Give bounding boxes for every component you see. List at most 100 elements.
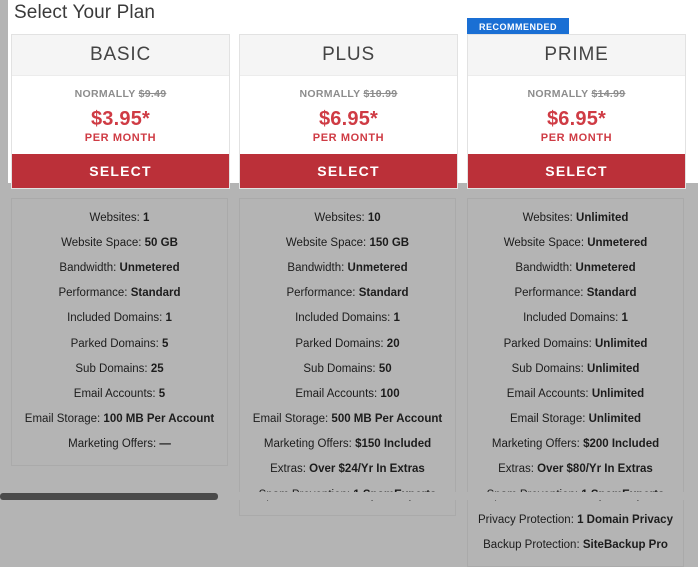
feature-row: Bandwidth: Unmetered <box>240 255 455 280</box>
feature-label: Sub Domains: <box>511 362 588 375</box>
feature-list-prime: Websites: Unlimited Website Space: Unmete… <box>467 198 684 567</box>
feature-row: Email Storage: 500 MB Per Account <box>240 407 455 432</box>
feature-label: Email Storage: <box>24 413 104 426</box>
feature-row: Performance: Standard <box>468 281 683 306</box>
feature-label: Marketing Offers: <box>68 438 160 451</box>
plan-name-prime: PRIME <box>468 35 685 76</box>
normally-price-plus: NORMALLY $10.99 <box>240 88 457 100</box>
feature-value: 100 MB Per Account <box>103 413 215 426</box>
normally-amount: $14.99 <box>591 88 626 100</box>
feature-row: Parked Domains: 20 <box>240 331 455 356</box>
feature-value: Unlimited <box>576 211 629 224</box>
feature-row: Sub Domains: 50 <box>240 356 455 381</box>
select-button-prime[interactable]: SELECT <box>468 154 685 188</box>
feature-row: Email Accounts: 5 <box>12 381 227 406</box>
feature-value: 1 <box>621 312 628 325</box>
horizontal-scrollbar-thumb[interactable] <box>0 493 218 500</box>
feature-label: Marketing Offers: <box>491 438 584 451</box>
plan-period-plus: PER MONTH <box>312 132 385 144</box>
feature-row: Websites: 1 <box>12 205 227 230</box>
feature-row: Sub Domains: 25 <box>12 356 227 381</box>
feature-value: Standard <box>130 287 181 300</box>
feature-label: Website Space: <box>503 236 588 249</box>
feature-row: Website Space: 150 GB <box>240 230 455 255</box>
horizontal-scrollbar-track[interactable] <box>0 492 698 500</box>
feature-value: 50 GB <box>144 236 178 249</box>
feature-label: Bandwidth: <box>515 261 576 274</box>
plan-card-body: PLUS NORMALLY $10.99 $6.95* PER MONTH SE… <box>239 34 458 189</box>
feature-row: Email Storage: Unlimited <box>468 407 683 432</box>
feature-label: Performance: <box>286 287 359 300</box>
feature-value: 50 <box>378 362 392 375</box>
feature-label: Performance: <box>514 287 587 300</box>
plan-card-basic: BASIC NORMALLY $9.49 $3.95* PER MONTH SE… <box>11 34 230 466</box>
normally-price-basic: NORMALLY $9.49 <box>12 88 229 100</box>
feature-label: Backup Protection: <box>483 539 583 552</box>
feature-value: 1 <box>165 312 172 325</box>
plan-pricing-prime: NORMALLY $14.99 $6.95* PER MONTH <box>468 76 685 154</box>
feature-label: Website Space: <box>61 236 145 249</box>
feature-row: Bandwidth: Unmetered <box>12 255 227 280</box>
feature-value: Unlimited <box>587 362 640 375</box>
feature-row: Websites: Unlimited <box>468 205 683 230</box>
feature-row: Included Domains: 1 <box>12 306 227 331</box>
feature-row: Email Storage: 100 MB Per Account <box>12 407 227 432</box>
feature-label: Included Domains: <box>295 312 394 325</box>
feature-value: 1 <box>393 312 400 325</box>
feature-label: Marketing Offers: <box>263 438 356 451</box>
feature-row: Marketing Offers: $150 Included <box>240 432 455 457</box>
feature-label: Included Domains: <box>523 312 622 325</box>
feature-value: 20 <box>386 337 400 350</box>
feature-row: Sub Domains: Unlimited <box>468 356 683 381</box>
feature-label: Parked Domains: <box>70 337 162 350</box>
plan-pricing-plus: NORMALLY $10.99 $6.95* PER MONTH <box>240 76 457 154</box>
feature-label: Parked Domains: <box>503 337 595 350</box>
feature-value: 25 <box>150 362 164 375</box>
select-button-plus[interactable]: SELECT <box>240 154 457 188</box>
normally-price-prime: NORMALLY $14.99 <box>468 88 685 100</box>
normally-label: NORMALLY <box>74 88 136 100</box>
feature-label: Websites: <box>314 211 368 224</box>
feature-label: Email Accounts: <box>506 387 592 400</box>
feature-value: Over $24/Yr In Extras <box>309 463 425 476</box>
plan-selection-page: Select Your Plan BASIC NORMALLY $9.49 $3… <box>0 0 698 567</box>
feature-label: Websites: <box>89 211 144 224</box>
plan-period-prime: PER MONTH <box>540 132 613 144</box>
feature-list-basic: Websites: 1 Website Space: 50 GB Bandwidth… <box>11 198 228 466</box>
feature-row: Privacy Protection: 1 Domain Privacy <box>468 507 683 532</box>
feature-label: Websites: <box>522 211 577 224</box>
feature-label: Bandwidth: <box>287 261 348 274</box>
feature-value: 150 GB <box>369 236 410 249</box>
feature-value: — <box>159 438 171 451</box>
feature-value: Unlimited <box>591 387 645 400</box>
feature-value: 500 MB Per Account <box>331 413 443 426</box>
plan-card-plus: PLUS NORMALLY $10.99 $6.95* PER MONTH SE… <box>239 34 458 517</box>
feature-value: Unmetered <box>347 261 408 274</box>
select-button-basic[interactable]: SELECT <box>12 154 229 188</box>
feature-value: Standard <box>358 287 409 300</box>
feature-row: Marketing Offers: $200 Included <box>468 432 683 457</box>
feature-row: Performance: Standard <box>12 281 227 306</box>
feature-value: Unmetered <box>575 261 636 274</box>
feature-label: Included Domains: <box>67 312 166 325</box>
plan-price-prime: $6.95* <box>546 108 607 130</box>
plan-period-basic: PER MONTH <box>84 132 157 144</box>
feature-row: Email Accounts: 100 <box>240 381 455 406</box>
plan-card-body: PRIME NORMALLY $14.99 $6.95* PER MONTH S… <box>467 34 686 189</box>
plan-card-prime: RECOMMENDED PRIME NORMALLY $14.99 $6.95*… <box>467 18 686 567</box>
feature-row: Website Space: 50 GB <box>12 230 227 255</box>
feature-row: Bandwidth: Unmetered <box>468 255 683 280</box>
feature-value: 1 <box>143 211 150 224</box>
feature-row: Email Accounts: Unlimited <box>468 381 683 406</box>
feature-label: Bandwidth: <box>59 261 120 274</box>
feature-row: Marketing Offers: — <box>12 432 227 457</box>
normally-label: NORMALLY <box>527 88 589 100</box>
plan-name-plus: PLUS <box>240 35 457 76</box>
plan-list: BASIC NORMALLY $9.49 $3.95* PER MONTH SE… <box>0 0 698 567</box>
feature-row: Extras: Over $80/Yr In Extras <box>468 457 683 482</box>
feature-row: Websites: 10 <box>240 205 455 230</box>
feature-label: Email Storage: <box>252 413 332 426</box>
feature-label: Sub Domains: <box>303 362 379 375</box>
plan-price-plus: $6.95* <box>318 108 379 130</box>
feature-value: 5 <box>162 337 169 350</box>
